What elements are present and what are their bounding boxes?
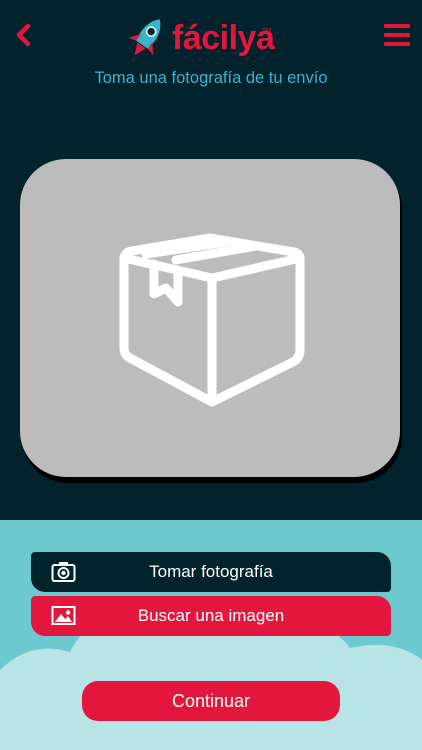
search-image-label: Buscar una imagen [137, 606, 285, 625]
logo-text: fácilya [172, 19, 275, 57]
search-image-button[interactable]: Buscar una imagen [31, 596, 391, 636]
logo-service-mark: SM [262, 28, 271, 34]
chevron-left-icon [16, 23, 31, 47]
app-logo: fácilya SM [120, 12, 290, 66]
take-photo-label: Tomar fotografía [149, 562, 273, 581]
page-subtitle: Toma una fotografía de tu envío [94, 69, 328, 87]
hamburger-menu-icon [384, 24, 410, 46]
back-button[interactable] [10, 18, 40, 52]
continue-button[interactable]: Continuar [82, 681, 340, 721]
take-photo-button[interactable]: Tomar fotografía [31, 552, 391, 592]
menu-button[interactable] [384, 24, 410, 46]
rocket-icon [128, 19, 161, 56]
package-box-icon [119, 233, 305, 407]
